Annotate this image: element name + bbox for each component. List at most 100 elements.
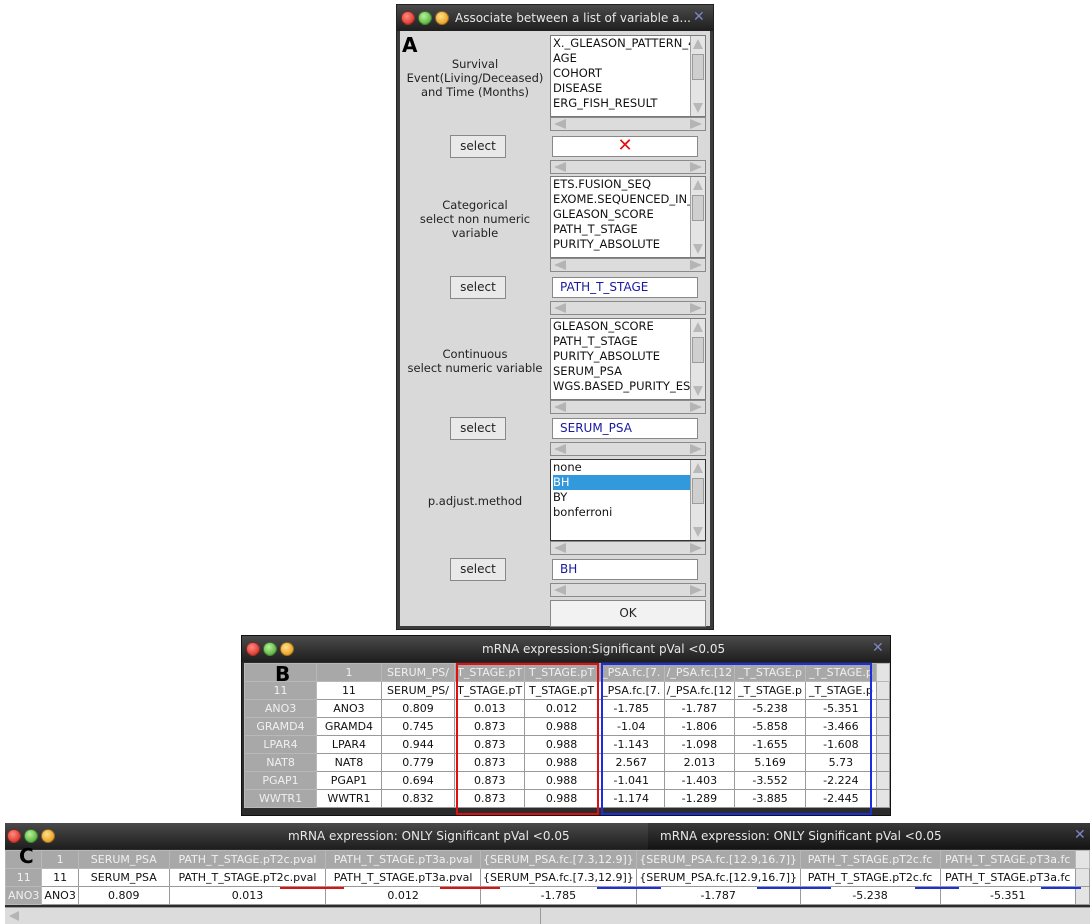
table-cell[interactable]: 0.809 bbox=[380, 699, 456, 718]
vertical-scrollbar[interactable] bbox=[875, 663, 891, 682]
close-window-icon[interactable] bbox=[246, 642, 260, 656]
list-item[interactable]: WGS.BASED_PURITY_ESTIN bbox=[553, 379, 690, 394]
scroll-thumb[interactable] bbox=[692, 478, 704, 504]
row-header[interactable]: ANO3 bbox=[4, 886, 43, 905]
table-cell[interactable]: {SERUM_PSA.fc.[7.3,12.9]} bbox=[480, 868, 637, 887]
list-item[interactable]: SERUM_PSA bbox=[553, 364, 690, 379]
table-cell[interactable]: 0.944 bbox=[380, 735, 456, 754]
vertical-scrollbar[interactable] bbox=[875, 771, 891, 790]
column-header[interactable]: 1 bbox=[41, 850, 79, 869]
row-header[interactable]: WWTR1 bbox=[243, 789, 318, 808]
table-cell[interactable]: 0.779 bbox=[380, 753, 456, 772]
horizontal-scrollbar[interactable] bbox=[550, 160, 706, 174]
list-item[interactable]: ETS.FUSION_SEQ bbox=[553, 177, 690, 192]
horizontal-scrollbar[interactable] bbox=[550, 442, 706, 456]
categorical-select-button[interactable]: select bbox=[450, 276, 506, 299]
horizontal-scrollbar[interactable] bbox=[550, 301, 706, 315]
survival-value-field[interactable]: ✕ bbox=[552, 136, 698, 157]
table-cell[interactable]: 11 bbox=[316, 681, 382, 700]
row-header[interactable]: 11 bbox=[4, 868, 43, 887]
vertical-scrollbar[interactable] bbox=[875, 789, 891, 808]
padjust-listbox[interactable]: none BH BY bonferroni bbox=[550, 459, 706, 541]
row-header[interactable]: PGAP1 bbox=[243, 771, 318, 790]
table-cell[interactable]: SERUM_PS/ bbox=[380, 681, 456, 700]
list-item[interactable]: PURITY_ABSOLUTE bbox=[553, 349, 690, 364]
horizontal-scrollbar[interactable] bbox=[550, 541, 706, 555]
table-cell[interactable]: GRAMD4 bbox=[316, 717, 382, 736]
window-x-icon[interactable]: ✕ bbox=[1074, 828, 1088, 842]
row-header[interactable]: NAT8 bbox=[243, 753, 318, 772]
list-item[interactable]: PATH_T_STAGE bbox=[553, 222, 690, 237]
table-cell[interactable]: 0.809 bbox=[77, 886, 170, 905]
table-cell[interactable]: 0.013 bbox=[168, 886, 327, 905]
table-cell[interactable]: -1.785 bbox=[480, 886, 637, 905]
vertical-scrollbar[interactable] bbox=[875, 735, 891, 754]
close-window-icon[interactable] bbox=[7, 829, 21, 843]
row-header[interactable]: GRAMD4 bbox=[243, 717, 318, 736]
table-cell[interactable]: -1.787 bbox=[635, 886, 801, 905]
scroll-thumb[interactable] bbox=[692, 337, 704, 363]
column-header[interactable]: {SERUM_PSA.fc.[12.9,16.7]} bbox=[635, 850, 801, 869]
vertical-scrollbar[interactable] bbox=[1074, 868, 1090, 887]
maximize-window-icon[interactable] bbox=[435, 11, 449, 25]
table-cell[interactable]: 0.832 bbox=[380, 789, 456, 808]
list-item[interactable]: GLEASON_SCORE bbox=[553, 319, 690, 334]
maximize-window-icon[interactable] bbox=[41, 829, 55, 843]
scroll-left-icon[interactable] bbox=[554, 162, 566, 172]
scroll-down-icon[interactable] bbox=[693, 527, 703, 537]
vertical-scrollbar[interactable] bbox=[875, 717, 891, 736]
table-cell[interactable]: 0.745 bbox=[380, 717, 456, 736]
scroll-right-icon[interactable] bbox=[690, 444, 702, 454]
scroll-right-icon[interactable] bbox=[690, 119, 702, 129]
scroll-down-icon[interactable] bbox=[693, 103, 703, 113]
scroll-left-icon[interactable] bbox=[554, 303, 566, 313]
column-header[interactable]: PATH_T_STAGE.pT2c.pval bbox=[168, 850, 327, 869]
horizontal-scrollbar[interactable] bbox=[550, 258, 706, 272]
vertical-scrollbar[interactable] bbox=[875, 699, 891, 718]
vertical-scrollbar[interactable] bbox=[690, 319, 705, 399]
table-cell[interactable]: PATH_T_STAGE.pT2c.fc bbox=[799, 868, 941, 887]
scroll-left-icon[interactable] bbox=[554, 119, 566, 129]
table-cell[interactable]: SERUM_PSA bbox=[77, 868, 170, 887]
continuous-select-button[interactable]: select bbox=[450, 417, 506, 440]
scroll-left-icon[interactable] bbox=[554, 260, 566, 270]
horizontal-scrollbar[interactable] bbox=[550, 400, 706, 414]
padjust-value-field[interactable]: BH bbox=[552, 559, 698, 580]
list-item[interactable]: DISEASE bbox=[553, 81, 690, 96]
scroll-right-icon[interactable] bbox=[690, 543, 702, 553]
scroll-left-icon[interactable] bbox=[554, 402, 566, 412]
column-header[interactable]: 1 bbox=[316, 663, 382, 682]
table-cell[interactable]: -5.238 bbox=[799, 886, 941, 905]
list-item[interactable]: BY bbox=[553, 490, 690, 505]
horizontal-scrollbar[interactable] bbox=[550, 583, 706, 597]
list-item[interactable]: PATH_T_STAGE bbox=[553, 334, 690, 349]
survival-listbox[interactable]: X._GLEASON_PATTERN_4_( AGE COHORT DISEAS… bbox=[550, 35, 706, 117]
maximize-window-icon[interactable] bbox=[280, 642, 294, 656]
table-cell[interactable]: {SERUM_PSA.fc.[12.9,16.7]} bbox=[635, 868, 801, 887]
table-cell[interactable]: ANO3 bbox=[316, 699, 382, 718]
list-item-selected[interactable]: BH bbox=[553, 475, 690, 490]
vertical-scrollbar[interactable] bbox=[1074, 886, 1090, 905]
window-x-icon[interactable]: ✕ bbox=[872, 641, 886, 655]
row-header[interactable]: ANO3 bbox=[243, 699, 318, 718]
column-header[interactable]: SERUM_PS/ bbox=[380, 663, 456, 682]
vertical-scrollbar[interactable] bbox=[690, 460, 705, 540]
scroll-up-icon[interactable] bbox=[693, 39, 703, 49]
scroll-down-icon[interactable] bbox=[693, 386, 703, 396]
scroll-left-icon[interactable] bbox=[554, 444, 566, 454]
vertical-scrollbar[interactable] bbox=[875, 753, 891, 772]
scroll-down-icon[interactable] bbox=[693, 244, 703, 254]
column-header[interactable]: SERUM_PSA bbox=[77, 850, 170, 869]
minimize-window-icon[interactable] bbox=[263, 642, 277, 656]
minimize-window-icon[interactable] bbox=[418, 11, 432, 25]
list-item[interactable]: AGE bbox=[553, 51, 690, 66]
row-header[interactable]: LPAR4 bbox=[243, 735, 318, 754]
table-cell[interactable]: 11 bbox=[41, 868, 79, 887]
column-header[interactable]: PATH_T_STAGE.pT2c.fc bbox=[799, 850, 941, 869]
scroll-left-icon[interactable] bbox=[9, 911, 19, 921]
list-item[interactable]: bonferroni bbox=[553, 505, 690, 520]
scroll-up-icon[interactable] bbox=[693, 322, 703, 332]
table-cell[interactable]: PGAP1 bbox=[316, 771, 382, 790]
categorical-listbox[interactable]: ETS.FUSION_SEQ EXOME.SEQUENCED_IN_B/ GLE… bbox=[550, 176, 706, 258]
scroll-right-icon[interactable] bbox=[690, 585, 702, 595]
